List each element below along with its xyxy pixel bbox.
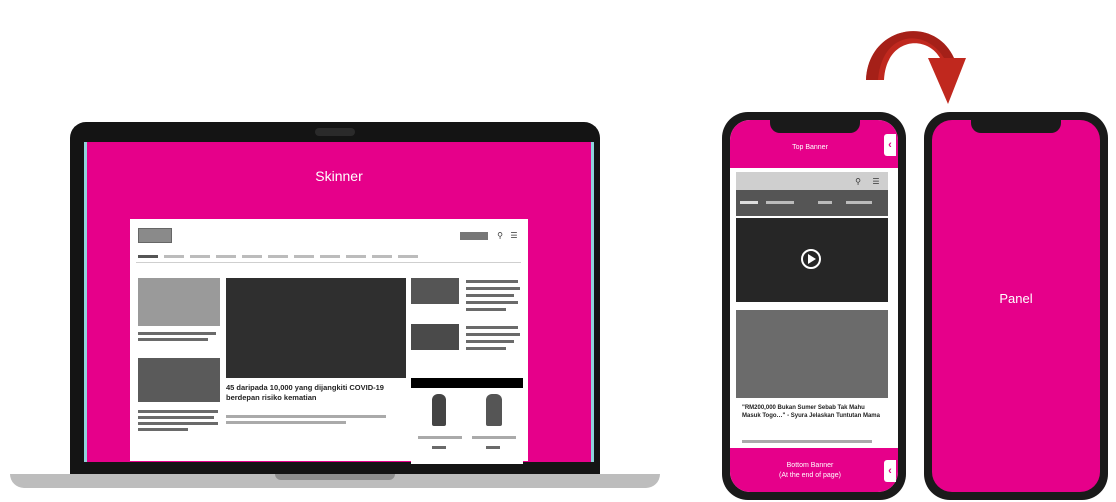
article-text bbox=[138, 422, 218, 425]
article-text bbox=[138, 338, 208, 341]
article-text bbox=[466, 347, 506, 350]
panel-label: Panel bbox=[999, 291, 1033, 306]
article-text bbox=[466, 301, 518, 304]
site-button bbox=[460, 232, 488, 240]
panel-area bbox=[932, 120, 1100, 492]
article-photo bbox=[411, 278, 459, 304]
article-text bbox=[226, 415, 386, 418]
search-icon: ⚲ bbox=[497, 231, 503, 240]
article-text bbox=[466, 333, 520, 336]
article-text bbox=[226, 421, 346, 424]
phone-site-header bbox=[736, 172, 888, 190]
menu-icon: ☰ bbox=[510, 231, 518, 240]
ad-text bbox=[418, 436, 462, 439]
phone-article-headline: "RM200,000 Bukan Sumer Sebab Tak Mahu Ma… bbox=[742, 405, 880, 419]
nav-item bbox=[846, 201, 872, 204]
article-text bbox=[138, 332, 216, 335]
phone-notch bbox=[971, 120, 1061, 133]
article-text bbox=[138, 428, 188, 431]
article-photo bbox=[736, 310, 888, 398]
ad-box bbox=[411, 378, 523, 464]
bottom-banner bbox=[730, 448, 898, 492]
article-text bbox=[466, 308, 506, 311]
collapse-bottom-banner-button[interactable]: ‹ bbox=[884, 460, 896, 482]
nav-item bbox=[766, 201, 794, 204]
article-photo bbox=[138, 358, 220, 402]
article-photo bbox=[138, 278, 220, 326]
article-text bbox=[466, 294, 514, 297]
nav-item bbox=[818, 201, 832, 204]
collapse-top-banner-button[interactable]: ‹ bbox=[884, 134, 896, 156]
ad-price bbox=[432, 446, 446, 449]
article-text bbox=[466, 326, 518, 329]
laptop-camera bbox=[315, 128, 355, 136]
ad-text bbox=[472, 436, 516, 439]
feature-photo bbox=[226, 278, 406, 378]
article-text bbox=[466, 287, 520, 290]
nav-item bbox=[740, 201, 758, 204]
skinner-label: Skinner bbox=[315, 168, 363, 184]
menu-icon: ☰ bbox=[872, 177, 880, 186]
site-logo bbox=[138, 228, 172, 243]
site-nav bbox=[138, 252, 518, 260]
phone-notch bbox=[770, 120, 860, 133]
feature-headline: 45 daripada 10,000 yang dijangkiti COVID… bbox=[226, 383, 384, 402]
article-text bbox=[138, 410, 218, 413]
bottom-banner-sublabel: (At the end of page) bbox=[779, 472, 841, 479]
laptop-base-lip bbox=[275, 474, 395, 480]
search-icon: ⚲ bbox=[855, 177, 861, 186]
article-text bbox=[466, 280, 518, 283]
top-banner-label: Top Banner bbox=[792, 144, 828, 151]
article-text bbox=[466, 340, 514, 343]
curved-arrow-icon bbox=[866, 31, 966, 104]
article-photo bbox=[411, 324, 459, 350]
article-text bbox=[742, 440, 872, 443]
ad-price bbox=[486, 446, 500, 449]
bottom-banner-label: Bottom Banner bbox=[786, 462, 834, 469]
play-glyph bbox=[808, 254, 816, 264]
ad-product bbox=[432, 394, 446, 426]
ad-product bbox=[486, 394, 502, 426]
article-text bbox=[138, 416, 214, 419]
site-divider bbox=[136, 262, 521, 263]
